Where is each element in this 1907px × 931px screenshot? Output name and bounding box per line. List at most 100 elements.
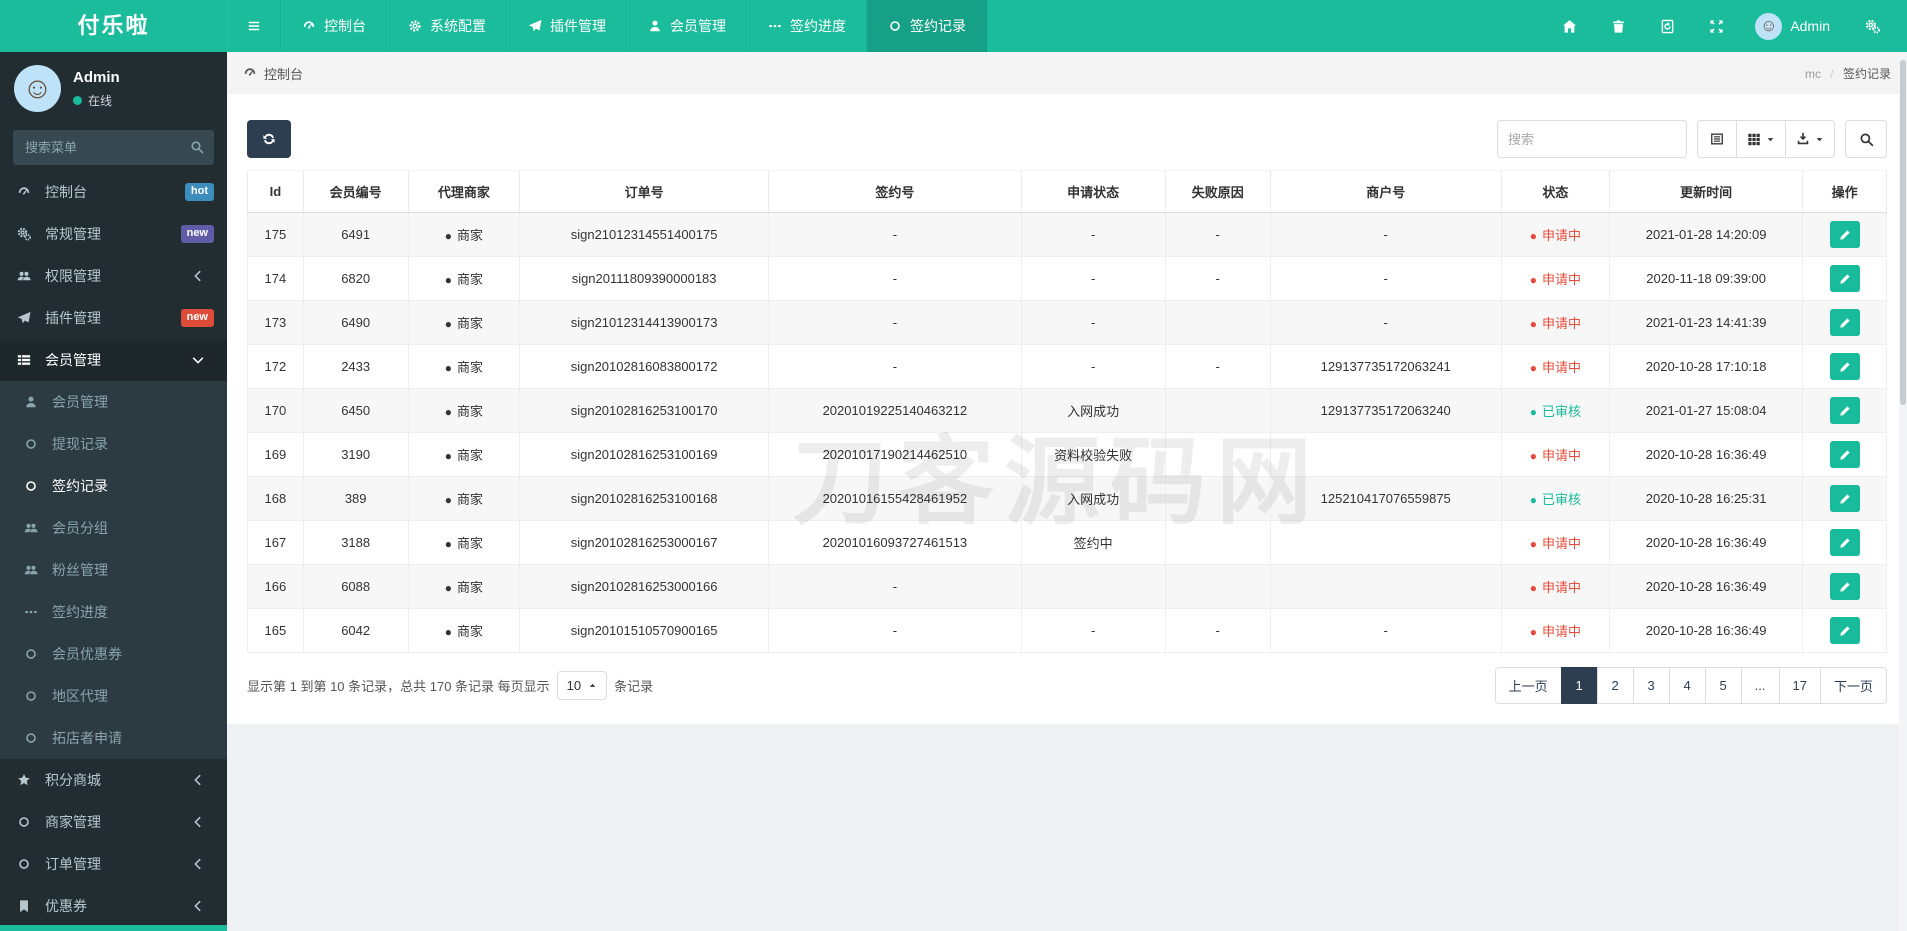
agent-label: 商家 bbox=[456, 448, 483, 463]
table-search-input[interactable] bbox=[1497, 120, 1687, 158]
view-button-group bbox=[1697, 120, 1835, 158]
page-button-...[interactable]: ... bbox=[1740, 667, 1780, 704]
circle-o-icon bbox=[17, 815, 40, 829]
cell-updated_at: 2020-10-28 16:36:49 bbox=[1608, 520, 1804, 565]
detail-view-button[interactable] bbox=[1697, 120, 1737, 158]
sidebar-search-input[interactable] bbox=[13, 130, 214, 165]
sidebar-item-签约记录[interactable]: 签约记录 bbox=[0, 465, 227, 507]
sidebar-item-签约进度[interactable]: 签约进度 bbox=[0, 591, 227, 633]
sidebar-item-会员管理[interactable]: 会员管理 bbox=[0, 339, 227, 381]
cell-member_no: 6491 bbox=[302, 212, 409, 257]
sidebar-item-label: 拓店者申请 bbox=[52, 730, 122, 746]
search-button[interactable] bbox=[1845, 120, 1887, 158]
sidebar-item-提现记录[interactable]: 提现记录 bbox=[0, 423, 227, 465]
breadcrumb-section: mc bbox=[1804, 66, 1821, 81]
expand-button[interactable] bbox=[1692, 0, 1741, 52]
cell-status: ● 申请中 bbox=[1500, 300, 1610, 345]
page-button-5[interactable]: 5 bbox=[1704, 667, 1742, 704]
edit-button[interactable] bbox=[1829, 529, 1860, 556]
page-button-1[interactable]: 1 bbox=[1560, 667, 1598, 704]
avatar[interactable]: ☺ bbox=[1755, 12, 1783, 40]
pagination-info-suffix: 条记录 bbox=[614, 679, 654, 694]
sidebar-item-粉丝管理[interactable]: 粉丝管理 bbox=[0, 549, 227, 591]
breadcrumb-current: 签约记录 bbox=[1842, 66, 1891, 81]
agent-label: 商家 bbox=[456, 272, 483, 287]
page-size-select[interactable]: 10 bbox=[556, 671, 608, 700]
cell-apply_status: 入网成功 bbox=[1020, 476, 1166, 521]
cell-updated_at: 2021-01-27 15:08:04 bbox=[1608, 388, 1804, 433]
page-button-2[interactable]: 2 bbox=[1596, 667, 1634, 704]
page-button-17[interactable]: 17 bbox=[1778, 667, 1821, 704]
scrollbar[interactable] bbox=[1899, 52, 1907, 931]
sidebar-item-拓店者申请[interactable]: 拓店者申请 bbox=[0, 717, 227, 759]
top-tab-插件管理[interactable]: 插件管理 bbox=[507, 0, 627, 52]
scrollbar-thumb[interactable] bbox=[1900, 60, 1906, 405]
topbar-user-name[interactable]: Admin bbox=[1790, 18, 1830, 34]
cell-id: 168 bbox=[247, 476, 304, 521]
top-tab-label: 插件管理 bbox=[550, 18, 606, 34]
page-button-4[interactable]: 4 bbox=[1668, 667, 1706, 704]
pagination-info-prefix: 显示第 1 到第 10 条记录，总共 170 条记录 每页显示 bbox=[247, 679, 550, 694]
edit-button[interactable] bbox=[1829, 573, 1860, 600]
edit-button[interactable] bbox=[1829, 309, 1860, 336]
circle-o-icon bbox=[888, 19, 902, 33]
topbar: 付乐啦 控制台 系统配置 插件管理 会员管理 签约进度 签约记录 ☺ Admin bbox=[0, 0, 1907, 52]
edit-button[interactable] bbox=[1829, 441, 1860, 468]
cell-fail_reason bbox=[1164, 388, 1271, 433]
cell-member_no: 6042 bbox=[302, 608, 409, 653]
table-row: 168 389 ● 商家 sign20102816253100168 2020101615… bbox=[247, 476, 1887, 521]
page-button-上一页[interactable]: 上一页 bbox=[1494, 667, 1562, 704]
sidebar-item-地区代理[interactable]: 地区代理 bbox=[0, 675, 227, 717]
agent-label: 商家 bbox=[456, 360, 483, 375]
edit-button[interactable] bbox=[1829, 397, 1860, 424]
top-tab-系统配置[interactable]: 系统配置 bbox=[387, 0, 507, 52]
sidebar-toggle-button[interactable] bbox=[227, 0, 281, 52]
sidebar-item-会员优惠券[interactable]: 会员优惠券 bbox=[0, 633, 227, 675]
cell-apply_status: - bbox=[1020, 608, 1166, 653]
top-tab-会员管理[interactable]: 会员管理 bbox=[627, 0, 747, 52]
top-tab-签约进度[interactable]: 签约进度 bbox=[747, 0, 867, 52]
edit-button[interactable] bbox=[1829, 265, 1860, 292]
file-refresh-button[interactable] bbox=[1643, 0, 1692, 52]
topbar-right: ☺ Admin bbox=[1545, 0, 1907, 52]
page-button-3[interactable]: 3 bbox=[1632, 667, 1670, 704]
edit-button[interactable] bbox=[1829, 485, 1860, 512]
page-button-下一页[interactable]: 下一页 bbox=[1819, 667, 1887, 704]
top-tab-签约记录[interactable]: 签约记录 bbox=[867, 0, 987, 52]
sidebar-item-优惠券[interactable]: 优惠券 bbox=[0, 885, 227, 927]
topbar-quick-actions bbox=[1545, 0, 1741, 52]
brand-logo: 付乐啦 bbox=[77, 13, 150, 38]
edit-button[interactable] bbox=[1829, 353, 1860, 380]
breadcrumb: 控制台 mc / 签约记录 bbox=[227, 52, 1907, 94]
user-icon bbox=[648, 19, 662, 33]
sidebar-item-label: 会员优惠券 bbox=[52, 646, 122, 662]
cell-op bbox=[1802, 608, 1887, 653]
export-button[interactable] bbox=[1785, 120, 1835, 158]
sidebar-item-常规管理[interactable]: 常规管理 new bbox=[0, 213, 227, 255]
sidebar-item-会员管理[interactable]: 会员管理 bbox=[0, 381, 227, 423]
cell-apply_status: - bbox=[1020, 212, 1166, 257]
settings-button[interactable] bbox=[1848, 0, 1897, 52]
columns-view-button[interactable] bbox=[1736, 120, 1786, 158]
sidebar-item-权限管理[interactable]: 权限管理 bbox=[0, 255, 227, 297]
sidebar-item-商家管理[interactable]: 商家管理 bbox=[0, 801, 227, 843]
edit-button[interactable] bbox=[1829, 617, 1860, 644]
breadcrumb-title[interactable]: 控制台 bbox=[264, 64, 303, 83]
sidebar-item-会员分组[interactable]: 会员分组 bbox=[0, 507, 227, 549]
search-icon[interactable] bbox=[190, 140, 204, 154]
agent-label: 商家 bbox=[456, 492, 483, 507]
edit-button[interactable] bbox=[1829, 221, 1860, 248]
sidebar-item-积分商城[interactable]: 积分商城 bbox=[0, 759, 227, 801]
chevron-left-icon bbox=[191, 857, 214, 871]
sidebar-item-插件管理[interactable]: 插件管理 new bbox=[0, 297, 227, 339]
refresh-button[interactable] bbox=[247, 120, 291, 158]
cell-sign_no: - bbox=[768, 564, 1022, 609]
bookmark-icon bbox=[17, 899, 40, 913]
sidebar-item-订单管理[interactable]: 订单管理 bbox=[0, 843, 227, 885]
sidebar-avatar[interactable]: ☺ bbox=[14, 65, 61, 112]
top-tab-控制台[interactable]: 控制台 bbox=[281, 0, 387, 52]
trash-button[interactable] bbox=[1594, 0, 1643, 52]
file-refresh-icon bbox=[1660, 19, 1675, 34]
home-button[interactable] bbox=[1545, 0, 1594, 52]
sidebar-item-控制台[interactable]: 控制台 hot bbox=[0, 171, 227, 213]
